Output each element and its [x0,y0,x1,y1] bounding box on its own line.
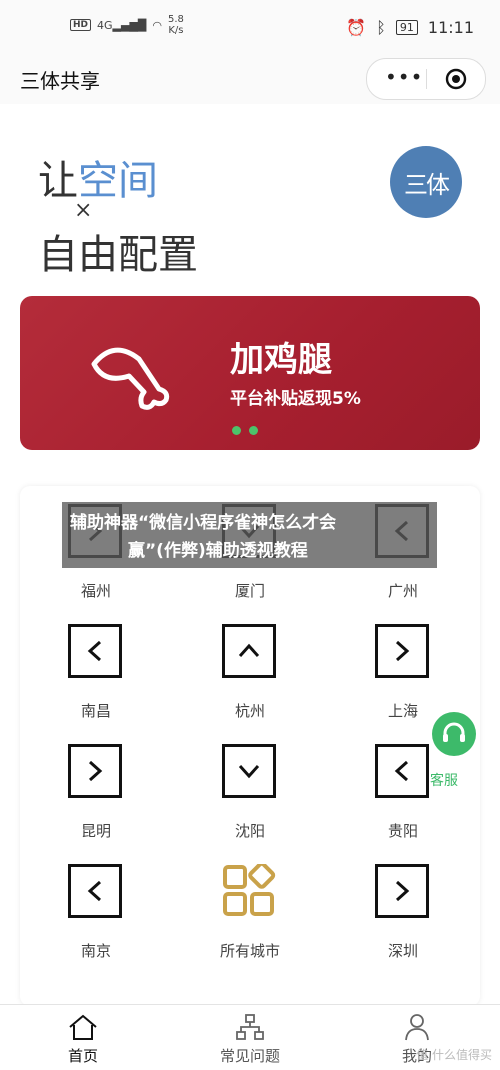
hero-section: 让空间 × 自由配置 三体 [0,104,500,294]
more-icon[interactable]: ••• [385,67,423,87]
city-label: 贵阳 [387,822,418,840]
chevron-up-icon [222,624,276,678]
user-icon [405,1014,429,1041]
caption-line1: 辅助神器“微信小程序雀神怎么才会 [70,513,337,533]
chevron-left-icon [68,864,122,918]
battery-icon: 91 [395,20,418,35]
close-miniprogram-icon[interactable] [445,68,467,90]
hierarchy-icon [236,1014,264,1040]
city-item[interactable]: 昆明 [36,744,156,864]
chevron-right-icon [68,744,122,798]
city-item[interactable]: 沈阳 [190,744,310,864]
city-label: 昆明 [80,822,111,840]
city-label: 福州 [80,582,111,600]
tab-faq-label: 常见问题 [219,1047,280,1065]
brand-logo: 三体 [390,146,462,218]
pager-dot[interactable] [232,426,241,435]
watermark: 值 什么值得买 [416,1048,492,1062]
caption-line2: 赢”(作弊)辅助透视教程 [128,541,308,561]
page-title: 三体共享 [20,69,100,93]
chevron-left-icon [375,744,429,798]
city-label: 南昌 [80,702,111,720]
tab-home-label: 首页 [67,1047,98,1065]
status-bar: HD 4G▂▄▆█ ◠ 5.8 K/s ⏰ ᛒ 91 11:11 [0,0,500,52]
chevron-down-icon [222,744,276,798]
hd-indicator: HD [70,19,92,31]
banner-pager [232,426,258,435]
nav-bar: 三体共享 ••• [0,52,500,104]
customer-service-button[interactable]: 客服 [430,712,486,792]
city-label: 沈阳 [234,822,265,840]
grid-icon [222,864,276,918]
slogan-line1: 让空间 [38,158,158,204]
city-label: 所有城市 [219,942,280,960]
network-speed: 5.8 K/s [168,14,184,36]
city-item[interactable]: 深圳 [343,864,463,984]
banner-subtitle: 平台补贴返现5% [230,389,361,409]
signal-icon: 4G▂▄▆█ [97,18,147,32]
city-label: 深圳 [387,942,418,960]
chicken-leg-icon [91,347,170,410]
alarm-icon: ⏰ [346,18,367,37]
city-item[interactable]: 杭州 [190,624,310,744]
bluetooth-icon: ᛒ [376,18,386,37]
city-item[interactable]: 所有城市 [190,864,310,984]
promo-banner[interactable]: 加鸡腿 平台补贴返现5% [20,296,480,450]
tab-faq[interactable]: 常见问题 [167,1005,333,1070]
city-label: 厦门 [234,582,265,600]
slogan-line2: 自由配置 [38,232,198,278]
chevron-right-icon [375,864,429,918]
caption-overlay: 辅助神器“微信小程序雀神怎么才会 赢”(作弊)辅助透视教程 [62,502,437,568]
headset-icon [432,712,476,756]
banner-title: 加鸡腿 [230,340,332,380]
city-item[interactable]: 南京 [36,864,156,984]
capsule-divider [426,69,427,89]
tab-home[interactable]: 首页 [0,1005,166,1070]
city-item[interactable]: 南昌 [36,624,156,744]
home-icon [69,1014,97,1040]
chevron-left-icon [68,624,122,678]
customer-service-label: 客服 [430,773,458,789]
city-label: 广州 [387,582,418,600]
city-label: 杭州 [234,702,265,720]
wifi-icon: ◠ [152,18,162,32]
pager-dot[interactable] [249,426,258,435]
chevron-right-icon [375,624,429,678]
city-label: 南京 [80,942,111,960]
capsule-menu: ••• [366,58,486,100]
slogan-times: × [74,198,93,223]
clock: 11:11 [427,18,474,37]
